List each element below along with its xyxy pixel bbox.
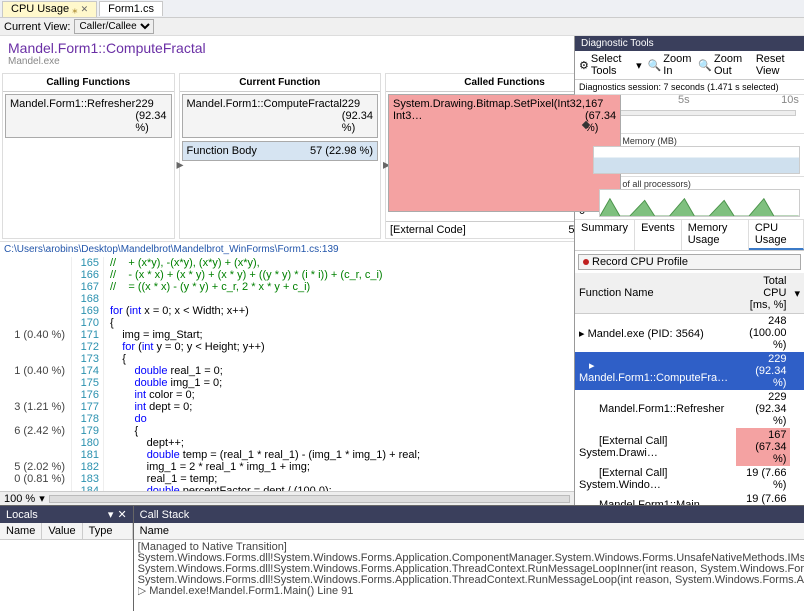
fn-table-row[interactable]: ▸ Mandel.Form1::ComputeFra…229 (92.34 %) [575, 352, 804, 390]
col-header: Current Function [180, 74, 380, 92]
diag-toolbar: ⚙ Select Tools ▾ 🔍 Zoom In 🔍 Zoom Out Re… [575, 51, 804, 80]
panel-title-text: Locals [6, 509, 38, 521]
diag-tabs: Summary Events Memory Usage CPU Usage [575, 220, 804, 251]
fn-table-row[interactable]: [External Call] System.Drawi…167 (67.34 … [575, 428, 804, 466]
current-fn-box[interactable]: Mandel.Form1::ComputeFractal 229 (92.34 … [182, 94, 378, 138]
close-icon[interactable]: ✕ [81, 4, 89, 15]
locals-body [0, 540, 133, 611]
calling-functions-col: Calling Functions Mandel.Form1::Refreshe… [2, 73, 175, 239]
function-title: Mandel.Form1::ComputeFractal [8, 40, 566, 56]
col-fn-name[interactable]: Function Name [575, 273, 736, 314]
zoom-bar: 100 % ▾ [0, 491, 574, 505]
pin-icon[interactable]: ▾ [108, 508, 114, 521]
callstack-header: Name [134, 523, 804, 540]
callstack-panel: Call Stack ▾✕ Name [Managed to Native Tr… [134, 506, 804, 611]
timeline-ruler[interactable]: 5s 10s [575, 94, 804, 95]
bottom-panels: Locals ▾✕ Name Value Type Call Stack ▾✕ … [0, 505, 804, 611]
code-viewer[interactable]: 1 (0.40 %)1 (0.40 %)3 (1.21 %)6 (2.42 %)… [0, 257, 574, 491]
cpu-function-table: Function Name Total CPU [ms, %] ▾ ▸ Mand… [575, 273, 804, 518]
stats-gutter: 1 (0.40 %)1 (0.40 %)3 (1.21 %)6 (2.42 %)… [0, 257, 72, 491]
close-icon[interactable]: ✕ [117, 508, 126, 521]
called-functions-col: Called Functions System.Drawing.Bitmap.S… [385, 73, 624, 239]
file-path[interactable]: C:\Users\arobins\Desktop\Mandelbrot\Mand… [0, 241, 574, 257]
reset-view-button[interactable]: Reset View [756, 53, 800, 77]
zoom-out-button[interactable]: 🔍 Zoom Out [698, 53, 750, 77]
calling-fn-box[interactable]: Mandel.Form1::Refresher 229 (92.34 %) [5, 94, 172, 138]
zoom-level[interactable]: 100 % [4, 493, 35, 505]
view-select[interactable]: Caller/Callee [74, 19, 154, 34]
fn-table-row[interactable]: [External Call] System.Windo…19 (7.66 %) [575, 466, 804, 492]
locals-panel: Locals ▾✕ Name Value Type [0, 506, 134, 611]
function-header: Mandel.Form1::ComputeFractal Mandel.exe [0, 36, 574, 71]
callstack-row[interactable]: [Managed to Native Transition] [138, 542, 804, 553]
fn-table-row[interactable]: ▸ Mandel.exe (PID: 3564)248 (100.00 %) [575, 314, 804, 353]
view-label: Current View: [4, 21, 70, 33]
select-tools-button[interactable]: ⚙ Select Tools ▾ [579, 53, 642, 77]
function-body-box[interactable]: Function Body 57 (22.98 %) [182, 141, 378, 161]
panel-title: Diagnostic Tools [575, 36, 804, 51]
tab-label: Form1.cs [108, 3, 154, 15]
line-gutter: 1651661671681691701711721731741751761771… [72, 257, 104, 491]
tab-memory-usage[interactable]: Memory Usage [682, 220, 749, 250]
memory-graph[interactable] [593, 146, 800, 174]
fn-table-row[interactable]: Mandel.Form1::Refresher229 (92.34 %) [575, 390, 804, 428]
panel-title-text: Call Stack [140, 509, 190, 521]
col-total-cpu[interactable]: Total CPU [ms, %] [736, 273, 790, 314]
col-header: Calling Functions [3, 74, 174, 92]
tab-cpu-usage[interactable]: CPU Usage [749, 220, 804, 250]
callstack-row[interactable]: System.Windows.Forms.dll!System.Windows.… [138, 575, 804, 586]
document-tabs: CPU Usage ⁎ ✕ Form1.cs [0, 0, 804, 18]
callstack-row[interactable]: ▷ Mandel.exe!Mandel.Form1.Main() Line 91 [138, 586, 804, 597]
caller-callee-view: Calling Functions Mandel.Form1::Refreshe… [0, 71, 574, 241]
callstack-row[interactable]: System.Windows.Forms.dll!System.Windows.… [138, 564, 804, 575]
chevron-down-icon[interactable]: ▾ [39, 492, 45, 505]
tab-form1[interactable]: Form1.cs [99, 1, 163, 16]
h-scrollbar[interactable] [49, 495, 570, 503]
record-cpu-button[interactable]: Record CPU Profile [578, 254, 801, 270]
tab-summary[interactable]: Summary [575, 220, 635, 250]
module-name: Mandel.exe [8, 56, 566, 67]
current-function-col: Current Function Mandel.Form1::ComputeFr… [179, 73, 381, 239]
view-bar: Current View: Caller/Callee [0, 18, 804, 36]
tab-cpu-usage[interactable]: CPU Usage ⁎ ✕ [2, 1, 97, 17]
callstack-row[interactable]: System.Windows.Forms.dll!System.Windows.… [138, 553, 804, 564]
locals-header: Name Value Type [0, 523, 133, 540]
cpu-graph[interactable] [599, 189, 800, 217]
tab-events[interactable]: Events [635, 220, 682, 250]
called-fn-box[interactable]: System.Drawing.Bitmap.SetPixel(Int32, In… [388, 94, 621, 212]
pin-icon[interactable]: ⁎ [72, 3, 78, 16]
chevron-down-icon[interactable]: ▾ [790, 273, 804, 314]
code-body: // + (x*y), -(x*y), (x*y) + (x*y),// - (… [104, 257, 574, 491]
callstack-body: [Managed to Native Transition] System.Wi… [134, 540, 804, 611]
zoom-in-button[interactable]: 🔍 Zoom In [648, 53, 693, 77]
record-icon [583, 259, 589, 265]
tab-label: CPU Usage [11, 3, 69, 15]
